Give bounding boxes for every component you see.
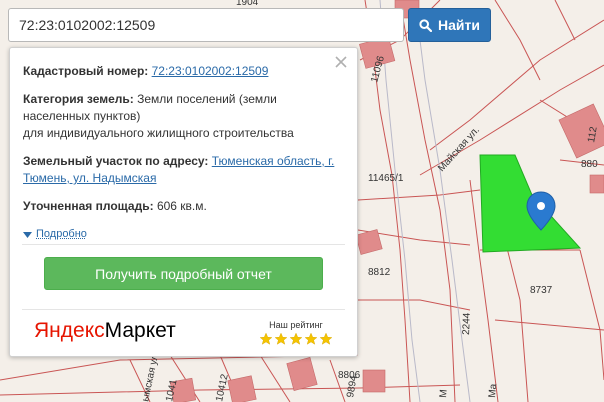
more-details-label: Подробно <box>36 228 87 240</box>
map-label-11465: 11465/1 <box>368 173 404 184</box>
popup-body: Кадастровый номер: 72:23:0102002:12509 К… <box>23 63 343 243</box>
map-label-m1: М <box>438 389 450 398</box>
market-logo-text: Маркет <box>104 319 176 342</box>
cadastral-number-link[interactable]: 72:23:0102002:12509 <box>152 64 269 78</box>
rating-widget[interactable]: Наш рейтинг <box>256 320 336 346</box>
address-row: Земельный участок по адресу: Тюменская о… <box>23 153 343 187</box>
star-icon <box>259 332 273 345</box>
search-button[interactable]: Найти <box>408 8 491 42</box>
category-row: Категория земель: Земли поселений (земли… <box>23 91 343 142</box>
caret-down-icon <box>23 231 32 238</box>
category-label: Категория земель: <box>23 92 134 106</box>
search-button-label: Найти <box>438 17 480 33</box>
area-row: Уточненная площадь: 606 кв.м. <box>23 198 343 215</box>
star-icon <box>304 332 318 345</box>
map-label-8812: 8812 <box>368 267 391 278</box>
yandex-market-logo[interactable]: ЯндексМаркет <box>34 319 176 343</box>
rating-stars <box>256 332 336 346</box>
map-label-8737: 8737 <box>530 285 553 296</box>
yandex-logo-text: Яндекс <box>34 319 105 342</box>
area-value: 606 кв.м. <box>156 199 207 213</box>
more-details-toggle[interactable]: Подробно <box>23 226 343 243</box>
star-icon <box>289 332 303 345</box>
divider <box>22 244 345 245</box>
divider <box>22 309 345 310</box>
star-icon <box>274 332 288 345</box>
search-icon <box>419 18 433 32</box>
search-input[interactable] <box>8 8 404 42</box>
area-label: Уточненная площадь: <box>23 199 154 213</box>
address-label: Земельный участок по адресу: <box>23 154 209 168</box>
star-icon <box>319 332 333 345</box>
cadastral-label: Кадастровый номер: <box>23 64 149 78</box>
parcel-info-popup: Кадастровый номер: 72:23:0102002:12509 К… <box>9 47 358 357</box>
rating-label: Наш рейтинг <box>269 320 323 330</box>
category-use: для индивидуального жилищного строительс… <box>23 126 294 140</box>
map-label-1904: 1904 <box>236 0 259 8</box>
get-report-button[interactable]: Получить подробный отчет <box>44 257 323 290</box>
cadastral-row: Кадастровый номер: 72:23:0102002:12509 <box>23 63 343 80</box>
map-label-m2: Ма <box>487 383 499 398</box>
map-label-880: 880 <box>581 159 598 170</box>
map-label-2244: 2244 <box>461 312 473 335</box>
